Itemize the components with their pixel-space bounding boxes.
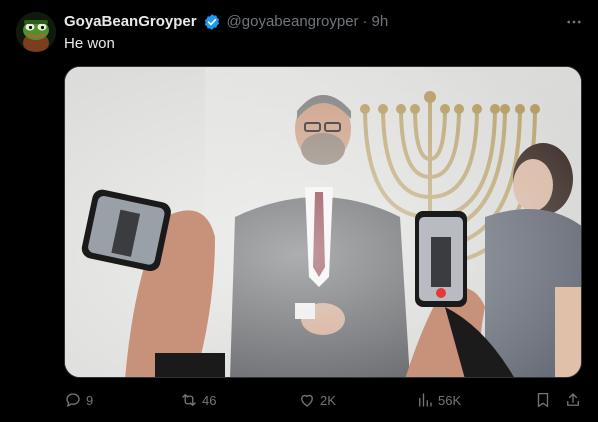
display-name[interactable]: GoyaBeanGroyper: [64, 12, 197, 32]
share-icon: [567, 393, 579, 406]
user-handle[interactable]: @goyabeangroyper: [227, 12, 359, 32]
tweet-photo[interactable]: [64, 66, 582, 378]
views-button[interactable]: 56K: [416, 390, 461, 410]
like-count: 2K: [320, 392, 336, 408]
verified-badge-icon[interactable]: [203, 13, 221, 31]
tweet[interactable]: GoyaBeanGroyper @goyabeangroyper · 9h He…: [0, 0, 598, 422]
repost-count: 46: [202, 392, 217, 408]
tweet-actions: 9 46 2K 56K: [64, 390, 584, 410]
more-options-icon[interactable]: [564, 12, 584, 32]
timestamp[interactable]: 9h: [372, 12, 389, 32]
frog-avatar-icon[interactable]: [16, 12, 56, 52]
views-count: 56K: [438, 392, 462, 408]
reply-button[interactable]: 9: [64, 390, 93, 410]
reply-count: 9: [86, 392, 94, 408]
like-button[interactable]: 2K: [298, 390, 336, 410]
bookmark-button[interactable]: [534, 390, 552, 410]
views-icon: [419, 393, 432, 407]
repost-icon: [182, 394, 196, 406]
tweet-text: He won: [64, 35, 115, 52]
bookmark-icon: [537, 392, 549, 408]
separator-dot: ·: [362, 13, 368, 30]
repost-button[interactable]: 46: [180, 390, 216, 410]
heart-icon: [301, 394, 313, 407]
tweet-header: GoyaBeanGroyper @goyabeangroyper · 9h: [64, 12, 388, 32]
reply-icon: [66, 393, 80, 407]
share-button[interactable]: [564, 390, 582, 410]
